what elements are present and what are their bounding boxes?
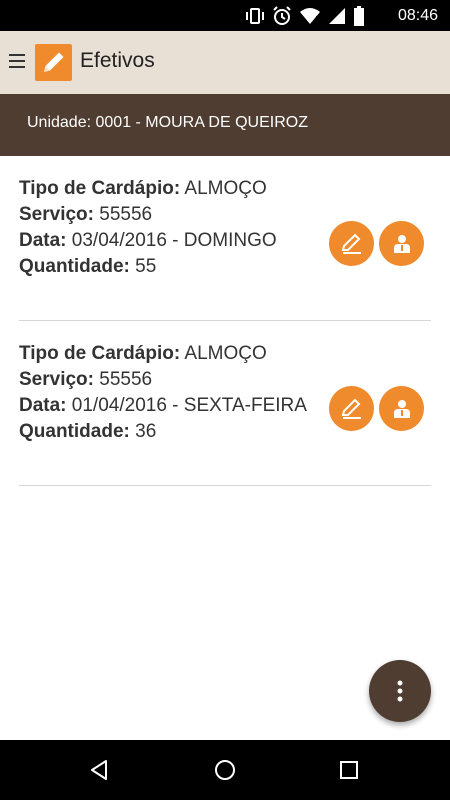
status-bar: 08:46 <box>0 0 450 31</box>
efetivos-list: Tipo de Cardápio: ALMOÇO Serviço: 55556 … <box>19 168 431 486</box>
back-button[interactable] <box>86 757 112 783</box>
quantidade-value: 36 <box>135 421 157 442</box>
quantidade-value: 55 <box>135 256 157 277</box>
list-item[interactable]: Tipo de Cardápio: ALMOÇO Serviço: 55556 … <box>19 168 431 321</box>
data-label: Data: <box>19 395 67 416</box>
hamburger-icon[interactable] <box>9 54 25 68</box>
battery-icon <box>354 6 364 26</box>
servico-value: 55556 <box>99 369 153 390</box>
unit-label: Unidade: 0001 - MOURA DE QUEIROZ <box>27 114 308 131</box>
person-button[interactable] <box>379 221 424 266</box>
more-options-button[interactable] <box>369 660 431 722</box>
servico-value: 55556 <box>99 204 153 225</box>
recents-icon <box>340 761 358 779</box>
quantidade-label: Quantidade: <box>19 421 130 442</box>
app-logo <box>35 44 72 81</box>
list-item[interactable]: Tipo de Cardápio: ALMOÇO Serviço: 55556 … <box>19 333 431 486</box>
data-value: 03/04/2016 - DOMINGO <box>71 230 277 251</box>
list-item-details: Tipo de Cardápio: ALMOÇO Serviço: 55556 … <box>19 176 319 280</box>
wifi-icon <box>300 8 320 24</box>
data-value: 01/04/2016 - SEXTA-FEIRA <box>71 395 307 416</box>
tipo-value: ALMOÇO <box>184 178 267 199</box>
servico-label: Serviço: <box>19 204 94 225</box>
back-icon <box>91 760 107 780</box>
person-icon <box>393 399 410 418</box>
pencil-icon <box>44 52 64 72</box>
list-item-details: Tipo de Cardápio: ALMOÇO Serviço: 55556 … <box>19 341 319 445</box>
vibrate-icon <box>246 8 264 24</box>
signal-icon <box>329 8 345 24</box>
person-icon <box>393 234 410 253</box>
recents-button[interactable] <box>336 757 362 783</box>
app-bar: Efetivos <box>0 31 450 94</box>
status-time: 08:46 <box>397 7 438 24</box>
edit-icon <box>341 398 361 419</box>
servico-label: Serviço: <box>19 369 94 390</box>
page-title: Efetivos <box>80 49 155 72</box>
home-icon <box>215 760 235 780</box>
tipo-label: Tipo de Cardápio: <box>19 178 181 199</box>
alarm-icon <box>273 6 291 25</box>
tipo-value: ALMOÇO <box>184 343 267 364</box>
home-button[interactable] <box>212 757 238 783</box>
quantidade-label: Quantidade: <box>19 256 130 277</box>
person-button[interactable] <box>379 386 424 431</box>
more-vertical-icon <box>397 680 403 702</box>
navigation-bar <box>0 740 450 800</box>
item-actions <box>329 386 424 431</box>
edit-button[interactable] <box>329 221 374 266</box>
tipo-label: Tipo de Cardápio: <box>19 343 181 364</box>
edit-icon <box>341 233 361 254</box>
item-actions <box>329 221 424 266</box>
data-label: Data: <box>19 230 67 251</box>
edit-button[interactable] <box>329 386 374 431</box>
unit-header: Unidade: 0001 - MOURA DE QUEIROZ <box>0 94 450 156</box>
status-icons <box>245 5 365 27</box>
